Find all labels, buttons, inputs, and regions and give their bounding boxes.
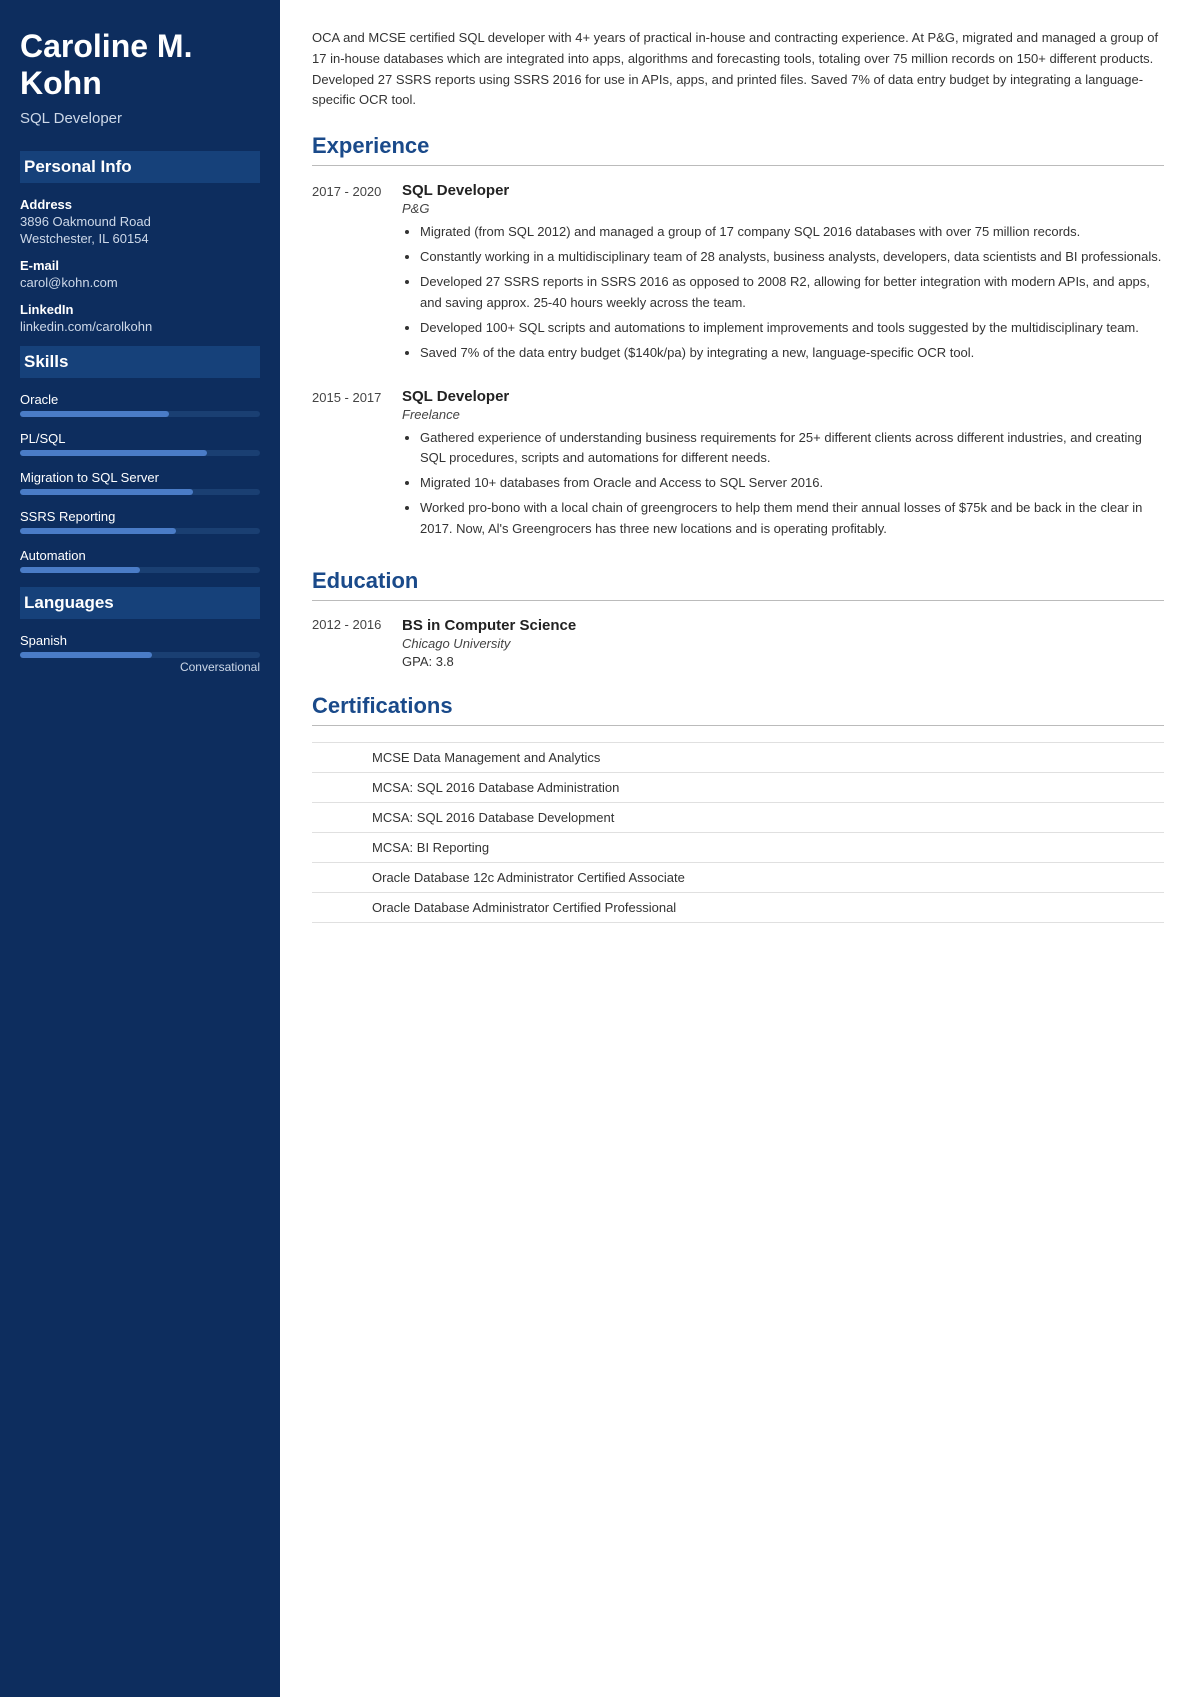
skill-plsql-bar-bg xyxy=(20,450,260,456)
address-line2: Westchester, IL 60154 xyxy=(20,231,260,246)
exp-bullet-1-4: Developed 100+ SQL scripts and automatio… xyxy=(420,318,1164,338)
cert-5: Oracle Database 12c Administrator Certif… xyxy=(312,862,1164,892)
skill-ssrs: SSRS Reporting xyxy=(20,509,260,534)
cert-row-5: Oracle Database 12c Administrator Certif… xyxy=(312,862,1164,892)
summary-text: OCA and MCSE certified SQL developer wit… xyxy=(312,28,1164,111)
exp-company-1: P&G xyxy=(402,201,1164,216)
exp-bullet-2-1: Gathered experience of understanding bus… xyxy=(420,428,1164,468)
candidate-title: SQL Developer xyxy=(20,110,260,127)
address-line1: 3896 Oakmound Road xyxy=(20,214,260,229)
skill-automation: Automation xyxy=(20,548,260,573)
exp-bullets-1: Migrated (from SQL 2012) and managed a g… xyxy=(402,222,1164,363)
cert-6: Oracle Database Administrator Certified … xyxy=(312,892,1164,922)
skill-oracle-bar-bg xyxy=(20,411,260,417)
skill-migration-bar-bg xyxy=(20,489,260,495)
skills-section-title: Skills xyxy=(20,346,260,378)
cert-row-1: MCSE Data Management and Analytics xyxy=(312,742,1164,772)
skill-automation-bar-bg xyxy=(20,567,260,573)
edu-gpa-1: GPA: 3.8 xyxy=(402,654,1164,669)
edu-school-1: Chicago University xyxy=(402,636,1164,651)
exp-bullets-2: Gathered experience of understanding bus… xyxy=(402,428,1164,539)
cert-row-2: MCSA: SQL 2016 Database Administration xyxy=(312,772,1164,802)
skill-automation-bar-fill xyxy=(20,567,140,573)
experience-section: Experience 2017 - 2020 SQL Developer P&G… xyxy=(312,133,1164,544)
personal-info-section-title: Personal Info xyxy=(20,151,260,183)
lang-spanish-level: Conversational xyxy=(20,660,260,674)
exp-bullet-1-5: Saved 7% of the data entry budget ($140k… xyxy=(420,343,1164,363)
skill-migration: Migration to SQL Server xyxy=(20,470,260,495)
cert-4: MCSA: BI Reporting xyxy=(312,832,1164,862)
candidate-name: Caroline M. Kohn xyxy=(20,28,260,102)
certifications-table: MCSE Data Management and Analytics MCSA:… xyxy=(312,742,1164,923)
lang-spanish: Spanish Conversational xyxy=(20,633,260,674)
resume-container: Caroline M. Kohn SQL Developer Personal … xyxy=(0,0,1200,1697)
certifications-section-title: Certifications xyxy=(312,693,1164,726)
skill-automation-name: Automation xyxy=(20,548,260,563)
linkedin-label: LinkedIn xyxy=(20,302,260,317)
edu-degree-1: BS in Computer Science xyxy=(402,617,1164,634)
linkedin-value: linkedin.com/carolkohn xyxy=(20,319,260,334)
cert-3: MCSA: SQL 2016 Database Development xyxy=(312,802,1164,832)
lang-spanish-bar-fill xyxy=(20,652,152,658)
exp-company-2: Freelance xyxy=(402,407,1164,422)
skill-oracle-bar-fill xyxy=(20,411,169,417)
edu-date-1: 2012 - 2016 xyxy=(312,617,402,669)
lang-spanish-bar-bg xyxy=(20,652,260,658)
lang-spanish-name: Spanish xyxy=(20,633,260,648)
experience-row-2: 2015 - 2017 SQL Developer Freelance Gath… xyxy=(312,388,1164,544)
email-label: E-mail xyxy=(20,258,260,273)
exp-bullet-1-3: Developed 27 SSRS reports in SSRS 2016 a… xyxy=(420,272,1164,312)
skill-oracle: Oracle xyxy=(20,392,260,417)
cert-row-6: Oracle Database Administrator Certified … xyxy=(312,892,1164,922)
exp-date-1: 2017 - 2020 xyxy=(312,182,402,368)
exp-job-title-1: SQL Developer xyxy=(402,182,1164,199)
exp-body-1: SQL Developer P&G Migrated (from SQL 201… xyxy=(402,182,1164,368)
skill-ssrs-bar-fill xyxy=(20,528,176,534)
skills-list: Oracle PL/SQL Migration to SQL Server xyxy=(20,392,260,573)
experience-row-1: 2017 - 2020 SQL Developer P&G Migrated (… xyxy=(312,182,1164,368)
skill-oracle-name: Oracle xyxy=(20,392,260,407)
skill-plsql: PL/SQL xyxy=(20,431,260,456)
education-section: Education 2012 - 2016 BS in Computer Sci… xyxy=(312,568,1164,669)
certifications-section: Certifications MCSE Data Management and … xyxy=(312,693,1164,923)
edu-row-1: 2012 - 2016 BS in Computer Science Chica… xyxy=(312,617,1164,669)
skill-plsql-bar-fill xyxy=(20,450,207,456)
experience-section-title: Experience xyxy=(312,133,1164,166)
cert-1: MCSE Data Management and Analytics xyxy=(312,742,1164,772)
exp-job-title-2: SQL Developer xyxy=(402,388,1164,405)
education-section-title: Education xyxy=(312,568,1164,601)
exp-bullet-1-2: Constantly working in a multidisciplinar… xyxy=(420,247,1164,267)
skill-ssrs-name: SSRS Reporting xyxy=(20,509,260,524)
exp-date-2: 2015 - 2017 xyxy=(312,388,402,544)
skill-migration-name: Migration to SQL Server xyxy=(20,470,260,485)
main-content: OCA and MCSE certified SQL developer wit… xyxy=(280,0,1200,1697)
exp-bullet-2-2: Migrated 10+ databases from Oracle and A… xyxy=(420,473,1164,493)
cert-row-4: MCSA: BI Reporting xyxy=(312,832,1164,862)
exp-bullet-1-1: Migrated (from SQL 2012) and managed a g… xyxy=(420,222,1164,242)
email-value: carol@kohn.com xyxy=(20,275,260,290)
skill-ssrs-bar-bg xyxy=(20,528,260,534)
cert-row-3: MCSA: SQL 2016 Database Development xyxy=(312,802,1164,832)
exp-bullet-2-3: Worked pro-bono with a local chain of gr… xyxy=(420,498,1164,538)
skill-migration-bar-fill xyxy=(20,489,193,495)
sidebar: Caroline M. Kohn SQL Developer Personal … xyxy=(0,0,280,1697)
skill-plsql-name: PL/SQL xyxy=(20,431,260,446)
exp-body-2: SQL Developer Freelance Gathered experie… xyxy=(402,388,1164,544)
languages-section-title: Languages xyxy=(20,587,260,619)
edu-body-1: BS in Computer Science Chicago Universit… xyxy=(402,617,1164,669)
address-label: Address xyxy=(20,197,260,212)
cert-2: MCSA: SQL 2016 Database Administration xyxy=(312,772,1164,802)
